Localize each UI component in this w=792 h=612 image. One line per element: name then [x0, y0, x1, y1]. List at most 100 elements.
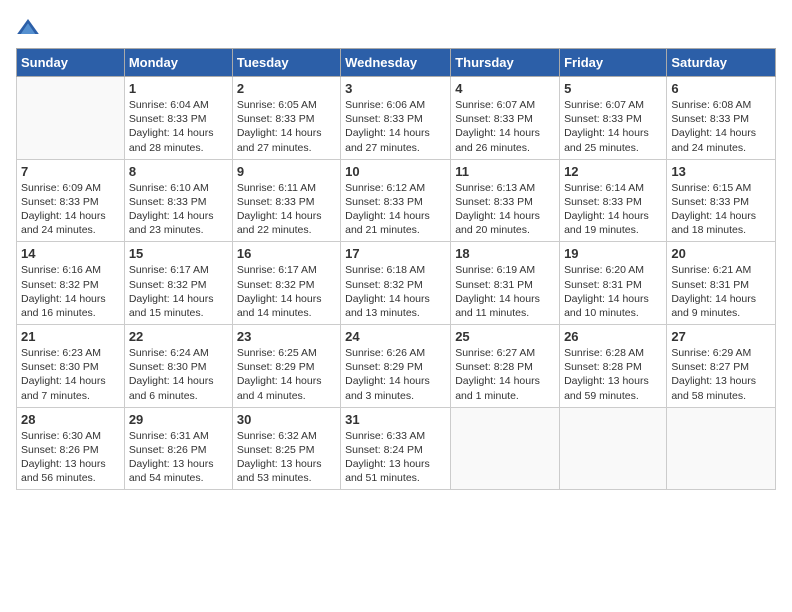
calendar-cell: 26 Sunrise: 6:28 AMSunset: 8:28 PMDayligh… [560, 325, 667, 408]
cell-sun-info: Sunrise: 6:04 AMSunset: 8:33 PMDaylight:… [129, 98, 228, 155]
logo [16, 16, 44, 40]
day-number: 19 [564, 246, 662, 261]
calendar-cell: 27 Sunrise: 6:29 AMSunset: 8:27 PMDayligh… [667, 325, 776, 408]
day-number: 25 [455, 329, 555, 344]
calendar-cell: 16 Sunrise: 6:17 AMSunset: 8:32 PMDayligh… [232, 242, 340, 325]
cell-sun-info: Sunrise: 6:11 AMSunset: 8:33 PMDaylight:… [237, 181, 336, 238]
day-number: 16 [237, 246, 336, 261]
day-number: 20 [671, 246, 771, 261]
calendar-cell [560, 407, 667, 490]
cell-sun-info: Sunrise: 6:32 AMSunset: 8:25 PMDaylight:… [237, 429, 336, 486]
calendar-cell: 2 Sunrise: 6:05 AMSunset: 8:33 PMDaylight… [232, 77, 340, 160]
day-number: 13 [671, 164, 771, 179]
day-number: 14 [21, 246, 120, 261]
calendar-cell: 23 Sunrise: 6:25 AMSunset: 8:29 PMDayligh… [232, 325, 340, 408]
day-number: 5 [564, 81, 662, 96]
calendar-cell: 3 Sunrise: 6:06 AMSunset: 8:33 PMDaylight… [341, 77, 451, 160]
cell-sun-info: Sunrise: 6:09 AMSunset: 8:33 PMDaylight:… [21, 181, 120, 238]
cell-sun-info: Sunrise: 6:17 AMSunset: 8:32 PMDaylight:… [129, 263, 228, 320]
day-number: 23 [237, 329, 336, 344]
day-number: 11 [455, 164, 555, 179]
calendar-cell [451, 407, 560, 490]
weekday-header: Friday [560, 49, 667, 77]
logo-icon [16, 16, 40, 40]
cell-sun-info: Sunrise: 6:17 AMSunset: 8:32 PMDaylight:… [237, 263, 336, 320]
cell-sun-info: Sunrise: 6:05 AMSunset: 8:33 PMDaylight:… [237, 98, 336, 155]
cell-sun-info: Sunrise: 6:33 AMSunset: 8:24 PMDaylight:… [345, 429, 446, 486]
calendar-week-row: 7 Sunrise: 6:09 AMSunset: 8:33 PMDaylight… [17, 159, 776, 242]
cell-sun-info: Sunrise: 6:23 AMSunset: 8:30 PMDaylight:… [21, 346, 120, 403]
calendar-cell: 28 Sunrise: 6:30 AMSunset: 8:26 PMDayligh… [17, 407, 125, 490]
calendar-cell [667, 407, 776, 490]
cell-sun-info: Sunrise: 6:14 AMSunset: 8:33 PMDaylight:… [564, 181, 662, 238]
calendar-cell: 13 Sunrise: 6:15 AMSunset: 8:33 PMDayligh… [667, 159, 776, 242]
calendar-cell: 25Sunrise: 6:27 AMSunset: 8:28 PMDayligh… [451, 325, 560, 408]
weekday-header: Thursday [451, 49, 560, 77]
calendar-cell: 5 Sunrise: 6:07 AMSunset: 8:33 PMDaylight… [560, 77, 667, 160]
cell-sun-info: Sunrise: 6:25 AMSunset: 8:29 PMDaylight:… [237, 346, 336, 403]
cell-sun-info: Sunrise: 6:13 AMSunset: 8:33 PMDaylight:… [455, 181, 555, 238]
calendar-cell: 11 Sunrise: 6:13 AMSunset: 8:33 PMDayligh… [451, 159, 560, 242]
calendar-cell: 6 Sunrise: 6:08 AMSunset: 8:33 PMDaylight… [667, 77, 776, 160]
day-number: 3 [345, 81, 446, 96]
cell-sun-info: Sunrise: 6:20 AMSunset: 8:31 PMDaylight:… [564, 263, 662, 320]
calendar-week-row: 1 Sunrise: 6:04 AMSunset: 8:33 PMDaylight… [17, 77, 776, 160]
calendar-cell: 8Sunrise: 6:10 AMSunset: 8:33 PMDaylight… [124, 159, 232, 242]
cell-sun-info: Sunrise: 6:29 AMSunset: 8:27 PMDaylight:… [671, 346, 771, 403]
calendar-cell: 24Sunrise: 6:26 AMSunset: 8:29 PMDayligh… [341, 325, 451, 408]
calendar-cell [17, 77, 125, 160]
calendar-cell: 18Sunrise: 6:19 AMSunset: 8:31 PMDayligh… [451, 242, 560, 325]
page-header [16, 16, 776, 40]
day-number: 9 [237, 164, 336, 179]
calendar-cell: 12 Sunrise: 6:14 AMSunset: 8:33 PMDayligh… [560, 159, 667, 242]
cell-sun-info: Sunrise: 6:21 AMSunset: 8:31 PMDaylight:… [671, 263, 771, 320]
day-number: 4 [455, 81, 555, 96]
day-number: 31 [345, 412, 446, 427]
day-number: 22 [129, 329, 228, 344]
cell-sun-info: Sunrise: 6:12 AMSunset: 8:33 PMDaylight:… [345, 181, 446, 238]
cell-sun-info: Sunrise: 6:10 AMSunset: 8:33 PMDaylight:… [129, 181, 228, 238]
cell-sun-info: Sunrise: 6:08 AMSunset: 8:33 PMDaylight:… [671, 98, 771, 155]
calendar-week-row: 14 Sunrise: 6:16 AMSunset: 8:32 PMDayligh… [17, 242, 776, 325]
cell-sun-info: Sunrise: 6:16 AMSunset: 8:32 PMDaylight:… [21, 263, 120, 320]
day-number: 29 [129, 412, 228, 427]
day-number: 17 [345, 246, 446, 261]
day-number: 1 [129, 81, 228, 96]
cell-sun-info: Sunrise: 6:18 AMSunset: 8:32 PMDaylight:… [345, 263, 446, 320]
calendar-cell: 21 Sunrise: 6:23 AMSunset: 8:30 PMDayligh… [17, 325, 125, 408]
cell-sun-info: Sunrise: 6:07 AMSunset: 8:33 PMDaylight:… [564, 98, 662, 155]
day-number: 12 [564, 164, 662, 179]
day-number: 6 [671, 81, 771, 96]
calendar-week-row: 21 Sunrise: 6:23 AMSunset: 8:30 PMDayligh… [17, 325, 776, 408]
weekday-header: Sunday [17, 49, 125, 77]
calendar-table: SundayMondayTuesdayWednesdayThursdayFrid… [16, 48, 776, 490]
calendar-cell: 22 Sunrise: 6:24 AMSunset: 8:30 PMDayligh… [124, 325, 232, 408]
day-number: 28 [21, 412, 120, 427]
cell-sun-info: Sunrise: 6:26 AMSunset: 8:29 PMDaylight:… [345, 346, 446, 403]
day-number: 18 [455, 246, 555, 261]
day-number: 2 [237, 81, 336, 96]
cell-sun-info: Sunrise: 6:24 AMSunset: 8:30 PMDaylight:… [129, 346, 228, 403]
day-number: 7 [21, 164, 120, 179]
day-number: 10 [345, 164, 446, 179]
cell-sun-info: Sunrise: 6:28 AMSunset: 8:28 PMDaylight:… [564, 346, 662, 403]
weekday-header: Monday [124, 49, 232, 77]
weekday-header-row: SundayMondayTuesdayWednesdayThursdayFrid… [17, 49, 776, 77]
cell-sun-info: Sunrise: 6:06 AMSunset: 8:33 PMDaylight:… [345, 98, 446, 155]
calendar-cell: 9 Sunrise: 6:11 AMSunset: 8:33 PMDaylight… [232, 159, 340, 242]
day-number: 26 [564, 329, 662, 344]
cell-sun-info: Sunrise: 6:30 AMSunset: 8:26 PMDaylight:… [21, 429, 120, 486]
day-number: 27 [671, 329, 771, 344]
calendar-cell: 17 Sunrise: 6:18 AMSunset: 8:32 PMDayligh… [341, 242, 451, 325]
cell-sun-info: Sunrise: 6:15 AMSunset: 8:33 PMDaylight:… [671, 181, 771, 238]
calendar-cell: 7 Sunrise: 6:09 AMSunset: 8:33 PMDaylight… [17, 159, 125, 242]
calendar-cell: 14 Sunrise: 6:16 AMSunset: 8:32 PMDayligh… [17, 242, 125, 325]
weekday-header: Tuesday [232, 49, 340, 77]
day-number: 15 [129, 246, 228, 261]
day-number: 21 [21, 329, 120, 344]
calendar-cell: 30Sunrise: 6:32 AMSunset: 8:25 PMDayligh… [232, 407, 340, 490]
calendar-cell: 10 Sunrise: 6:12 AMSunset: 8:33 PMDayligh… [341, 159, 451, 242]
weekday-header: Saturday [667, 49, 776, 77]
calendar-cell: 19 Sunrise: 6:20 AMSunset: 8:31 PMDayligh… [560, 242, 667, 325]
calendar-cell: 31 Sunrise: 6:33 AMSunset: 8:24 PMDayligh… [341, 407, 451, 490]
